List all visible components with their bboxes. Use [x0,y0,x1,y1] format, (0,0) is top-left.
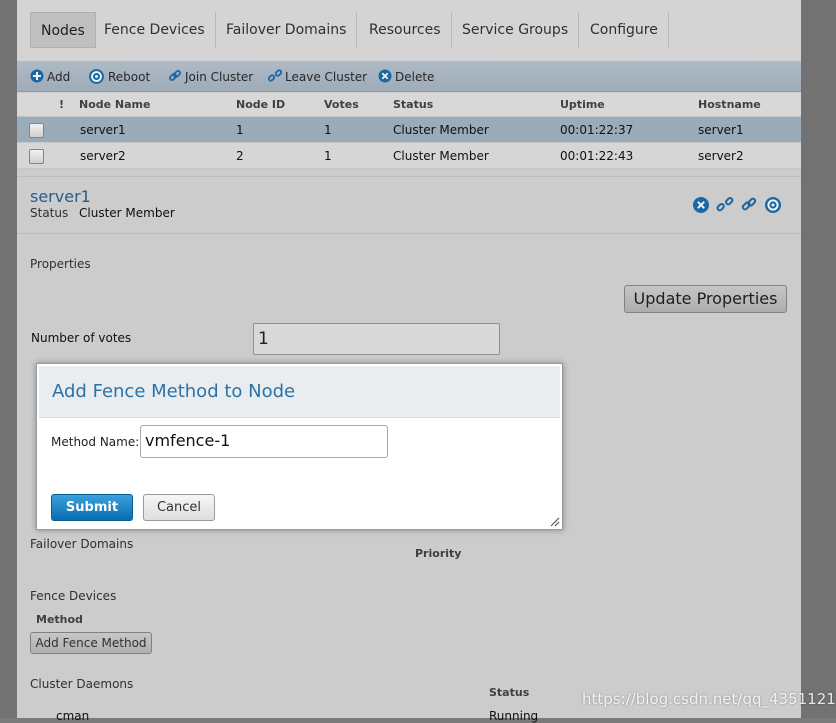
fence-devices-heading: Fence Devices [30,589,117,603]
tab-service-groups[interactable]: Service Groups [452,12,580,48]
col-node-id[interactable]: Node ID [236,98,285,111]
delete-node-icon[interactable] [692,196,710,214]
add-label: Add [47,70,71,84]
join-cluster-icon[interactable] [740,196,758,214]
node-hostname: server2 [698,149,744,163]
dialog-title: Add Fence Method to Node [52,381,296,402]
cluster-daemons-heading: Cluster Daemons [30,677,134,691]
dialog-header: Add Fence Method to Node [39,366,560,418]
col-votes[interactable]: Votes [324,98,359,111]
node-uptime: 00:01:22:37 [560,123,634,137]
node-id: 1 [236,123,244,137]
add-fence-method-button[interactable]: Add Fence Method [30,632,152,654]
node-title: server1 [30,187,91,206]
node-id: 2 [236,149,244,163]
failover-domains-heading: Failover Domains [30,537,134,551]
node-name: server2 [80,149,126,163]
daemon-status-header: Status [489,686,530,699]
node-uptime: 00:01:22:43 [560,149,634,163]
cluster-app: Nodes Fence Devices Failover Domains Res… [17,0,801,723]
col-status[interactable]: Status [393,98,433,111]
cancel-button[interactable]: Cancel [143,494,215,521]
col-flag: ! [59,98,65,111]
join-cluster-label: Join Cluster [185,70,254,84]
divider [17,233,801,234]
method-header: Method [36,613,83,626]
add-fence-method-dialog: Add Fence Method to Node Method Name: vm… [36,363,563,530]
submit-button[interactable]: Submit [51,494,133,521]
reboot-label: Reboot [108,70,151,84]
gear-icon [89,69,104,84]
reboot-button[interactable]: Reboot [88,68,150,86]
reboot-gear-icon[interactable] [764,196,782,214]
col-hostname[interactable]: Hostname [698,98,761,111]
priority-header: Priority [415,547,462,560]
add-icon [30,69,44,83]
delete-icon [378,69,392,83]
delete-label: Delete [395,70,435,84]
votes-label: Number of votes [31,331,132,345]
tab-bar: Nodes Fence Devices Failover Domains Res… [17,0,801,62]
table-row[interactable]: server2 2 1 Cluster Member 00:01:22:43 s… [17,143,801,169]
row-checkbox[interactable] [29,149,44,164]
node-status: Cluster Member [393,149,489,163]
daemon-status: Running [489,709,539,723]
status-label: Status [30,206,69,220]
col-node-name[interactable]: Node Name [79,98,150,111]
table-row[interactable]: server1 1 1 Cluster Member 00:01:22:37 s… [17,117,801,143]
delete-button[interactable]: Delete [378,68,434,86]
tab-configure[interactable]: Configure [580,12,669,48]
node-votes: 1 [324,123,332,137]
watermark: https://blog.csdn.net/qq_43511217 [582,690,836,708]
method-name-input[interactable]: vmfence-1 [140,425,388,458]
node-name: server1 [80,123,126,137]
row-checkbox[interactable] [29,123,44,138]
update-properties-button[interactable]: Update Properties [624,285,787,313]
status-value: Cluster Member [79,206,175,220]
node-hostname: server1 [698,123,744,137]
join-cluster-button[interactable]: Join Cluster [168,68,253,86]
resize-grip-icon[interactable] [548,515,560,527]
table-header: ! Node Name Node ID Votes Status Uptime … [17,93,801,117]
link-icon [169,70,181,81]
unlink-icon [268,69,282,82]
tab-fence-devices[interactable]: Fence Devices [94,12,216,48]
leave-cluster-button[interactable]: Leave Cluster [268,68,367,86]
daemon-name: cman [56,709,90,723]
node-votes: 1 [324,149,332,163]
add-button[interactable]: Add [30,68,70,86]
votes-input[interactable]: 1 [253,323,500,355]
leave-cluster-label: Leave Cluster [285,70,368,84]
properties-heading: Properties [30,257,91,271]
tab-failover-domains[interactable]: Failover Domains [216,12,358,48]
leave-cluster-icon[interactable] [716,196,734,214]
tab-resources[interactable]: Resources [359,12,452,48]
method-name-label: Method Name: [51,435,140,449]
node-status: Cluster Member [393,123,489,137]
col-uptime[interactable]: Uptime [560,98,605,111]
tab-nodes[interactable]: Nodes [30,12,96,48]
toolbar: Add Reboot Join Cluster Leave Cluster De… [17,62,801,92]
